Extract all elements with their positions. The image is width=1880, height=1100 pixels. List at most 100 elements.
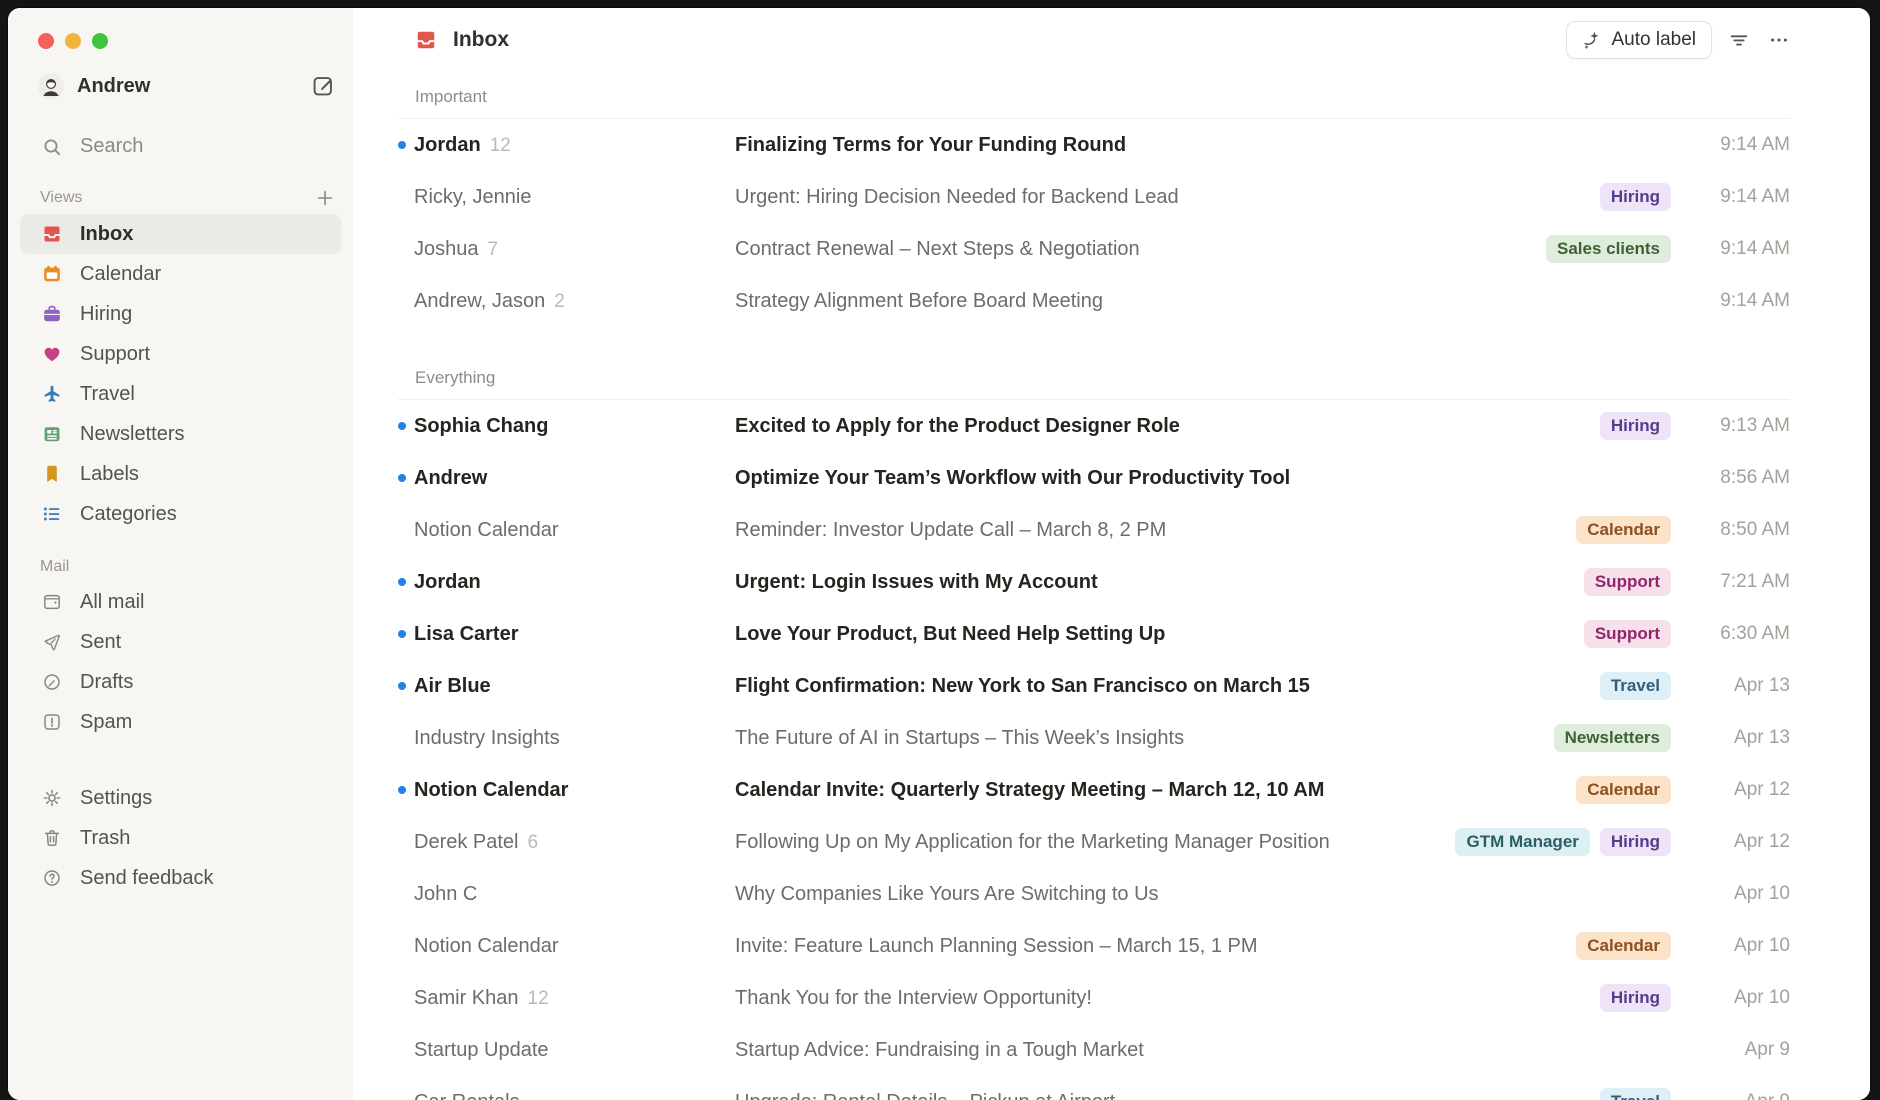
auto-label-button[interactable]: Auto label xyxy=(1566,21,1712,59)
tag-newsletters[interactable]: Newsletters xyxy=(1554,724,1671,752)
account-row: Andrew xyxy=(38,73,335,99)
email-row[interactable]: Notion Calendar Reminder: Investor Update… xyxy=(398,504,1790,556)
tag-hiring[interactable]: Hiring xyxy=(1600,183,1671,211)
add-view-button[interactable] xyxy=(315,188,335,208)
sidebar-item-calendar[interactable]: Calendar xyxy=(20,254,341,294)
spam-icon xyxy=(42,712,62,732)
email-time: 9:14 AM xyxy=(1685,134,1790,156)
sidebar-item-travel[interactable]: Travel xyxy=(20,374,341,414)
email-tags: Calendar xyxy=(1576,932,1671,960)
search-label: Search xyxy=(80,135,143,158)
email-row[interactable]: Jordan12Finalizing Terms for Your Fundin… xyxy=(398,119,1790,171)
avatar xyxy=(38,73,64,99)
sidebar-item-support[interactable]: Support xyxy=(20,334,341,374)
email-row[interactable]: JordanUrgent: Login Issues with My Accou… xyxy=(398,556,1790,608)
email-row[interactable]: Car RentalsUpgrade: Rental Details – Pic… xyxy=(398,1076,1790,1100)
sidebar-item-spam[interactable]: Spam xyxy=(20,702,341,742)
email-subject: Optimize Your Team’s Workflow with Our P… xyxy=(735,467,1671,490)
main-panel: Inbox Auto label ImportantJordan12Finali… xyxy=(353,8,1870,1100)
tag-support[interactable]: Support xyxy=(1584,568,1671,596)
filter-icon[interactable] xyxy=(1728,28,1752,52)
section-title: Important xyxy=(415,86,1790,108)
email-row[interactable]: Notion CalendarCalendar Invite: Quarterl… xyxy=(398,764,1790,816)
user-name[interactable]: Andrew xyxy=(77,75,150,98)
unread-dot-column xyxy=(398,682,414,690)
email-row[interactable]: Andrew Optimize Your Team’s Workflow with… xyxy=(398,452,1790,504)
sidebar-item-label: Newsletters xyxy=(80,423,184,446)
tag-support[interactable]: Support xyxy=(1584,620,1671,648)
email-sender: Jordan xyxy=(414,134,481,157)
email-row[interactable]: Air BlueFlight Confirmation: New York to… xyxy=(398,660,1790,712)
email-row[interactable]: Sophia ChangExcited to Apply for the Pro… xyxy=(398,400,1790,452)
email-subject: Strategy Alignment Before Board Meeting xyxy=(735,290,1671,313)
compose-icon[interactable] xyxy=(311,74,335,98)
email-row[interactable]: Lisa CarterLove Your Product, But Need H… xyxy=(398,608,1790,660)
email-time: Apr 10 xyxy=(1685,935,1790,957)
unread-dot xyxy=(398,630,406,638)
mail-nav: All mailSentDrafts Spam xyxy=(8,582,353,742)
email-row[interactable]: John CWhy Companies Like Yours Are Switc… xyxy=(398,868,1790,920)
email-count: 12 xyxy=(528,988,549,1010)
email-subject: Urgent: Hiring Decision Needed for Backe… xyxy=(735,186,1600,209)
sidebar-item-categories[interactable]: Categories xyxy=(20,494,341,534)
tag-travel[interactable]: Travel xyxy=(1600,672,1671,700)
email-row[interactable]: Derek Patel6Following Up on My Applicati… xyxy=(398,816,1790,868)
sidebar-item-sent[interactable]: Sent xyxy=(20,622,341,662)
email-row[interactable]: Samir Khan12Thank You for the Interview … xyxy=(398,972,1790,1024)
sidebar-item-label: Spam xyxy=(80,711,132,734)
sidebar-item-send-feedback[interactable]: Send feedback xyxy=(20,858,341,898)
email-row[interactable]: Notion CalendarInvite: Feature Launch Pl… xyxy=(398,920,1790,972)
tag-hiring[interactable]: Hiring xyxy=(1600,828,1671,856)
email-tags: Travel xyxy=(1600,672,1671,700)
unread-dot xyxy=(398,422,406,430)
sidebar-item-labels[interactable]: Labels xyxy=(20,454,341,494)
sidebar-item-newsletters[interactable]: Newsletters xyxy=(20,414,341,454)
tag-calendar[interactable]: Calendar xyxy=(1576,776,1671,804)
sidebar-item-settings[interactable]: Settings xyxy=(20,778,341,818)
minimize-button[interactable] xyxy=(65,33,81,49)
email-sender: Notion Calendar xyxy=(414,519,559,542)
email-subject: Following Up on My Application for the M… xyxy=(735,831,1455,854)
tag-travel[interactable]: Travel xyxy=(1600,1088,1671,1100)
tag-gtm-manager[interactable]: GTM Manager xyxy=(1455,828,1589,856)
email-subject: Love Your Product, But Need Help Setting… xyxy=(735,623,1584,646)
email-row[interactable]: Industry InsightsThe Future of AI in Sta… xyxy=(398,712,1790,764)
search-icon xyxy=(42,137,62,157)
email-subject: Reminder: Investor Update Call – March 8… xyxy=(735,519,1576,542)
email-sender-cell: Joshua7 xyxy=(414,238,735,261)
more-icon[interactable] xyxy=(1768,28,1792,52)
tag-calendar[interactable]: Calendar xyxy=(1576,516,1671,544)
email-count: 6 xyxy=(528,832,539,854)
email-row[interactable]: Ricky, JennieUrgent: Hiring Decision Nee… xyxy=(398,171,1790,223)
sidebar-item-trash[interactable]: Trash xyxy=(20,818,341,858)
email-row[interactable]: Joshua7Contract Renewal – Next Steps & N… xyxy=(398,223,1790,275)
email-sender: Andrew xyxy=(414,467,487,490)
sidebar-item-all-mail[interactable]: All mail xyxy=(20,582,341,622)
sidebar-item-label: Send feedback xyxy=(80,867,213,890)
email-subject: Thank You for the Interview Opportunity! xyxy=(735,987,1600,1010)
zoom-button[interactable] xyxy=(92,33,108,49)
labels-icon xyxy=(42,464,62,484)
sidebar-item-inbox[interactable]: Inbox xyxy=(20,214,341,254)
email-sender: Andrew, Jason xyxy=(414,290,545,313)
tag-calendar[interactable]: Calendar xyxy=(1576,932,1671,960)
tag-hiring[interactable]: Hiring xyxy=(1600,412,1671,440)
unread-dot xyxy=(398,682,406,690)
email-sender-cell: Startup Update xyxy=(414,1039,735,1062)
tag-sales-clients[interactable]: Sales clients xyxy=(1546,235,1671,263)
sidebar-item-drafts[interactable]: Drafts xyxy=(20,662,341,702)
email-sender: Notion Calendar xyxy=(414,779,568,802)
sidebar-item-hiring[interactable]: Hiring xyxy=(20,294,341,334)
email-subject: The Future of AI in Startups – This Week… xyxy=(735,727,1554,750)
tag-hiring[interactable]: Hiring xyxy=(1600,984,1671,1012)
views-header-row: Views xyxy=(40,188,335,208)
email-sender-cell: Ricky, Jennie xyxy=(414,186,735,209)
email-tags: Hiring xyxy=(1600,412,1671,440)
email-tags: Calendar xyxy=(1576,516,1671,544)
search-button[interactable]: Search xyxy=(42,135,353,158)
email-row[interactable]: Startup UpdateStartup Advice: Fundraisin… xyxy=(398,1024,1790,1076)
close-button[interactable] xyxy=(38,33,54,49)
mail-header: Mail xyxy=(40,558,69,576)
email-row[interactable]: Andrew, Jason2Strategy Alignment Before … xyxy=(398,275,1790,327)
email-tags: Newsletters xyxy=(1554,724,1671,752)
